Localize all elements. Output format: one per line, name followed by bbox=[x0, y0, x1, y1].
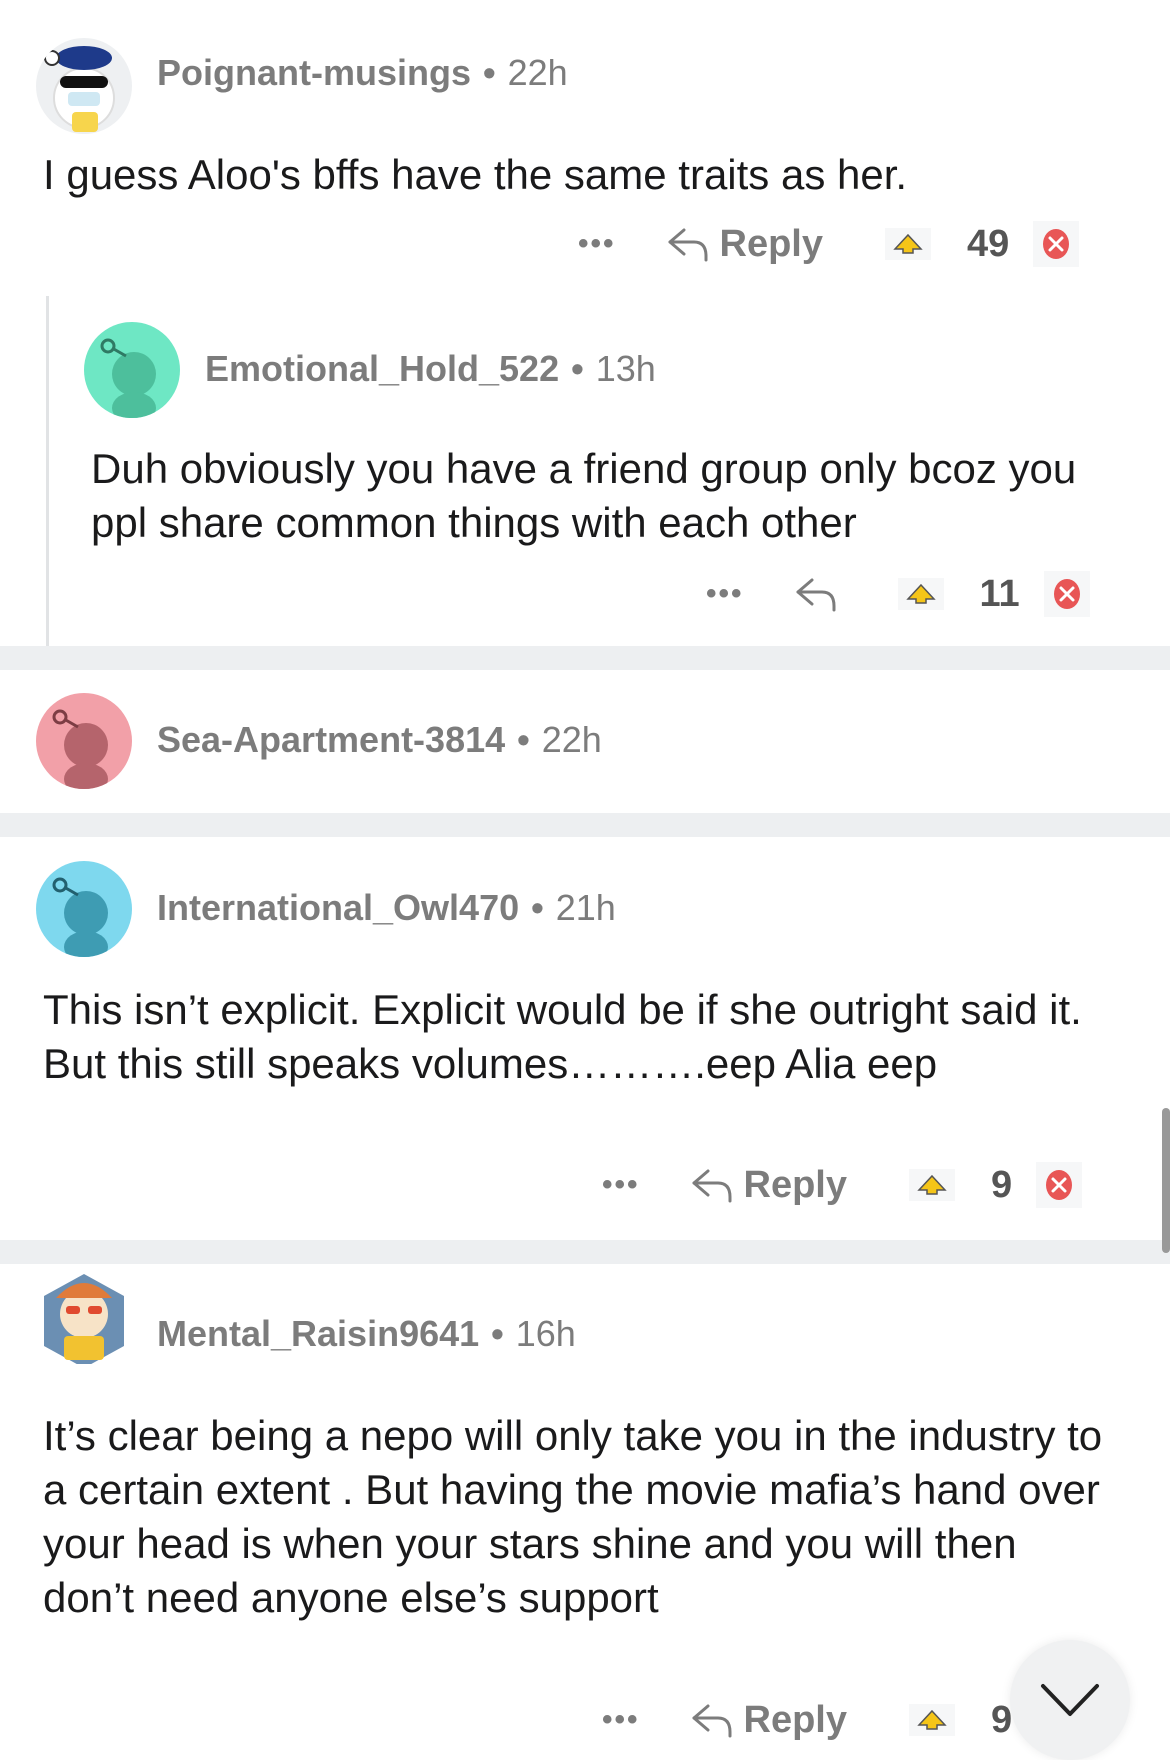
separator: • bbox=[571, 348, 584, 389]
username[interactable]: Sea-Apartment-3814 bbox=[157, 719, 505, 761]
reply-icon bbox=[692, 1169, 732, 1203]
username[interactable]: Poignant-musings bbox=[157, 52, 471, 94]
upvote-button[interactable] bbox=[909, 1704, 955, 1736]
comment-body: Duh obviously you have a friend group on… bbox=[91, 445, 1077, 546]
comment-body: It’s clear being a nepo will only take y… bbox=[43, 1412, 1103, 1621]
upvote-award-icon bbox=[917, 1174, 947, 1195]
downvote-button[interactable] bbox=[1043, 571, 1090, 617]
more-options-button[interactable]: ••• bbox=[578, 227, 616, 261]
reply-label: Reply bbox=[743, 1163, 847, 1206]
remove-icon bbox=[1053, 579, 1080, 609]
upvote-button[interactable] bbox=[885, 228, 931, 260]
remove-icon bbox=[1043, 229, 1070, 259]
snoo-avatar-icon bbox=[100, 338, 156, 418]
more-options-button[interactable]: ••• bbox=[602, 1168, 640, 1202]
upvote-button[interactable] bbox=[897, 578, 944, 610]
username[interactable]: Emotional_Hold_522 bbox=[205, 348, 559, 390]
scrollbar[interactable] bbox=[1162, 1108, 1170, 1253]
reply-icon bbox=[692, 1704, 732, 1738]
avatar[interactable] bbox=[84, 322, 180, 418]
separator: • bbox=[483, 52, 496, 93]
reply-button[interactable]: Reply bbox=[688, 1164, 847, 1207]
reply-label: Reply bbox=[719, 222, 823, 265]
reply-button[interactable]: Reply bbox=[664, 223, 823, 266]
avatar[interactable] bbox=[36, 38, 132, 134]
snoo-avatar-icon bbox=[44, 46, 115, 132]
upvote-award-icon bbox=[917, 1709, 947, 1730]
timestamp: 22h bbox=[507, 52, 568, 93]
reply-button[interactable] bbox=[792, 574, 838, 614]
reply-icon bbox=[668, 228, 708, 262]
timestamp: 16h bbox=[515, 1313, 576, 1354]
upvote-award-icon bbox=[905, 583, 936, 604]
separator: • bbox=[517, 719, 530, 760]
reply-icon bbox=[796, 578, 836, 612]
comment-divider bbox=[0, 1240, 1170, 1264]
timestamp: 13h bbox=[595, 348, 656, 389]
username[interactable]: International_Owl470 bbox=[157, 887, 519, 929]
more-options-button[interactable]: ••• bbox=[706, 577, 744, 611]
avatar[interactable] bbox=[36, 1268, 132, 1364]
more-options-button[interactable]: ••• bbox=[602, 1703, 640, 1737]
downvote-button[interactable] bbox=[1033, 221, 1080, 267]
separator: • bbox=[491, 1313, 504, 1354]
vote-score: 11 bbox=[979, 572, 1020, 615]
snoo-avatar-icon bbox=[52, 877, 108, 957]
username[interactable]: Mental_Raisin9641 bbox=[157, 1313, 479, 1355]
comment-divider bbox=[0, 646, 1170, 670]
reply-label: Reply bbox=[743, 1698, 847, 1741]
next-comment-button[interactable] bbox=[1010, 1640, 1130, 1760]
vote-score: 9 bbox=[991, 1163, 1013, 1206]
vote-score: 49 bbox=[967, 222, 1010, 265]
thread-line[interactable] bbox=[46, 296, 49, 646]
chevron-down-icon bbox=[1041, 1684, 1099, 1716]
upvote-button[interactable] bbox=[909, 1169, 955, 1201]
timestamp: 22h bbox=[541, 719, 602, 760]
avatar[interactable] bbox=[36, 861, 132, 957]
comment-body: I guess Aloo's bffs have the same traits… bbox=[43, 151, 908, 198]
downvote-button[interactable] bbox=[1036, 1162, 1083, 1208]
avatar[interactable] bbox=[36, 693, 132, 789]
upvote-award-icon bbox=[893, 233, 923, 254]
comment-divider bbox=[0, 813, 1170, 837]
timestamp: 21h bbox=[555, 887, 616, 928]
snoo-avatar-icon bbox=[52, 709, 108, 789]
separator: • bbox=[531, 887, 544, 928]
snoo-avatar-icon bbox=[44, 1274, 124, 1364]
vote-score: 9 bbox=[991, 1698, 1013, 1741]
reply-button[interactable]: Reply bbox=[688, 1699, 847, 1742]
remove-icon bbox=[1046, 1170, 1073, 1200]
comment-body: This isn’t explicit. Explicit would be i… bbox=[43, 986, 1082, 1087]
